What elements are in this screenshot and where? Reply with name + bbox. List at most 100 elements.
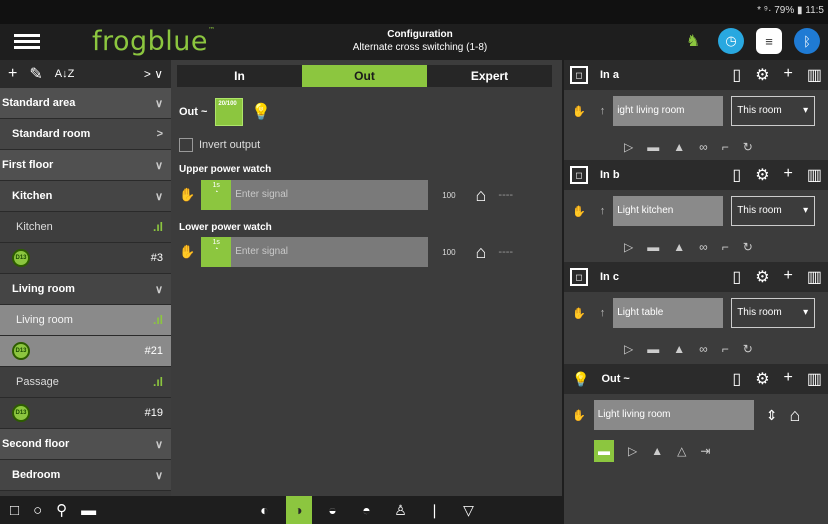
clock-icon[interactable]: ◷ [718,28,744,54]
filter-icon[interactable]: ▽ [456,496,482,524]
loop-icon[interactable]: ↻ [743,240,753,254]
area-row[interactable]: First floor ∨ [0,150,171,181]
room-row[interactable]: Standard room > [0,119,171,150]
room-row[interactable]: Bedroom ∨ [0,460,171,491]
chevron-icon[interactable]: ∨ [155,469,163,482]
square-icon[interactable]: □ [10,502,19,519]
in-c-signal[interactable]: Light table [613,298,724,328]
database-icon[interactable]: ≡ [756,28,782,54]
search-icon[interactable]: ⚲ [56,501,67,519]
lower-signal-input[interactable]: Enter signal [231,237,429,267]
loop-icon[interactable]: ↻ [743,140,753,154]
link-icon[interactable]: ∞ [699,240,708,254]
device-icon[interactable]: ◐ [252,496,278,524]
triangle-icon[interactable]: ▲ [673,140,685,154]
add-icon[interactable]: + [784,165,793,185]
tab-expert[interactable]: Expert [427,65,552,87]
device-row[interactable]: D13 #19 [0,398,171,429]
signal-icon[interactable]: .ıl [153,220,163,234]
loop-icon[interactable]: ↻ [743,342,753,356]
device-icon[interactable]: D13 [12,404,30,422]
house-icon[interactable]: ⌂ [476,242,487,263]
sort-icon[interactable]: A↓Z [55,68,75,80]
channel-row[interactable]: Living room .ıl [0,305,171,336]
in-b-signal[interactable]: Light kitchen [613,196,724,226]
triangle-icon[interactable]: ▲ [651,444,663,458]
chevron-icon[interactable]: ∨ [155,159,163,172]
phone-icon[interactable]: ▯ [732,65,741,85]
step-icon[interactable]: ⌐ [722,140,729,154]
phone-icon[interactable]: ▯ [732,267,741,287]
chevron-icon[interactable]: ∨ [155,97,163,110]
add-icon[interactable]: + [784,267,793,287]
link-icon[interactable]: ∞ [699,342,708,356]
gesture-icon[interactable]: ✋ [179,187,195,203]
add-icon[interactable]: + [784,65,793,85]
chevron-icon[interactable]: > [157,128,163,140]
room-row[interactable]: Living room ∨ [0,274,171,305]
trash-icon[interactable]: ▥ [807,165,822,185]
chevron-icon[interactable]: ∨ [155,283,163,296]
gear-icon[interactable]: ⚙ [755,165,769,185]
house-icon[interactable]: ⌂ [476,185,487,206]
area-row[interactable]: Standard area ∨ [0,88,171,119]
device-icon[interactable]: D13 [12,249,30,267]
in-c-scope-select[interactable]: This room ▾ [731,298,816,328]
gesture-icon[interactable]: ✋ [572,105,586,118]
timer-button[interactable]: 1s ◔ [201,237,232,267]
in-a-scope-select[interactable]: This room ▾ [731,96,816,126]
dash-icon[interactable]: ---- [498,246,513,258]
upper-signal-input[interactable]: Enter signal [231,180,429,210]
signal-icon[interactable]: .ıl [153,313,163,327]
circle-icon[interactable]: ○ [33,502,42,519]
dash-icon[interactable]: ---- [498,189,513,201]
gate-icon[interactable]: ▷ [628,444,637,458]
trash-icon[interactable]: ▥ [807,369,822,389]
bluetooth-icon[interactable]: ᛒ [794,28,820,54]
link-icon[interactable]: ∞ [699,140,708,154]
device-out-icon[interactable]: ◑ [285,496,312,524]
room-row[interactable]: Kitchen ∨ [0,181,171,212]
bulb-icon[interactable]: 💡 [251,102,271,122]
device-row[interactable]: D13 #3 [0,243,171,274]
gear-icon[interactable]: ⚙ [755,369,769,389]
trash-icon[interactable]: ▥ [807,267,822,287]
thermometer-icon[interactable]: ❘ [422,496,448,524]
expand-icon[interactable]: > ∨ [144,67,163,81]
person-icon[interactable]: ♙ [388,496,414,524]
step-icon[interactable]: ⌐ [722,240,729,254]
dimmer-icon[interactable]: ⇕ [766,407,778,424]
house-icon[interactable]: ⌂ [789,405,800,426]
menu-icon[interactable] [14,34,40,50]
invert-output-checkbox[interactable]: Invert output [179,138,260,152]
gesture-icon[interactable]: ✋ [179,244,195,260]
block-icon[interactable]: ▬ [594,440,614,462]
out-signal[interactable]: Light living room [593,400,754,430]
device-row[interactable]: D13 #21 [0,336,171,367]
in-b-scope-select[interactable]: This room ▾ [731,196,816,226]
step-icon[interactable]: ⌐ [722,342,729,356]
chevron-icon[interactable]: ∨ [155,190,163,203]
dimmer-button[interactable]: 20/100 [215,98,244,126]
block-icon[interactable]: ▬ [647,342,659,356]
edit-icon[interactable]: ✎ [29,64,42,84]
channel-row[interactable]: Passage .ıl [0,367,171,398]
gesture-icon[interactable]: ✋ [572,307,586,320]
keyboard-icon[interactable]: ▬ [81,502,96,519]
gear-icon[interactable]: ⚙ [755,65,769,85]
trash-icon[interactable]: ▥ [807,65,822,85]
device-in-icon[interactable]: ◒ [320,496,346,524]
triangle-icon[interactable]: ▲ [673,240,685,254]
chevron-icon[interactable]: ∨ [155,438,163,451]
triangle-outline-icon[interactable]: △ [677,444,686,458]
area-row[interactable]: Second floor ∨ [0,429,171,460]
device-2-icon[interactable]: ◓ [354,496,380,524]
frog-icon[interactable]: ♞ [680,28,706,54]
add-icon[interactable]: + [8,65,17,83]
channel-row[interactable]: Kitchen .ıl [0,212,171,243]
phone-icon[interactable]: ▯ [732,165,741,185]
gear-icon[interactable]: ⚙ [755,267,769,287]
triangle-icon[interactable]: ▲ [673,342,685,356]
gesture-icon[interactable]: ✋ [572,205,586,218]
signal-icon[interactable]: .ıl [153,375,163,389]
